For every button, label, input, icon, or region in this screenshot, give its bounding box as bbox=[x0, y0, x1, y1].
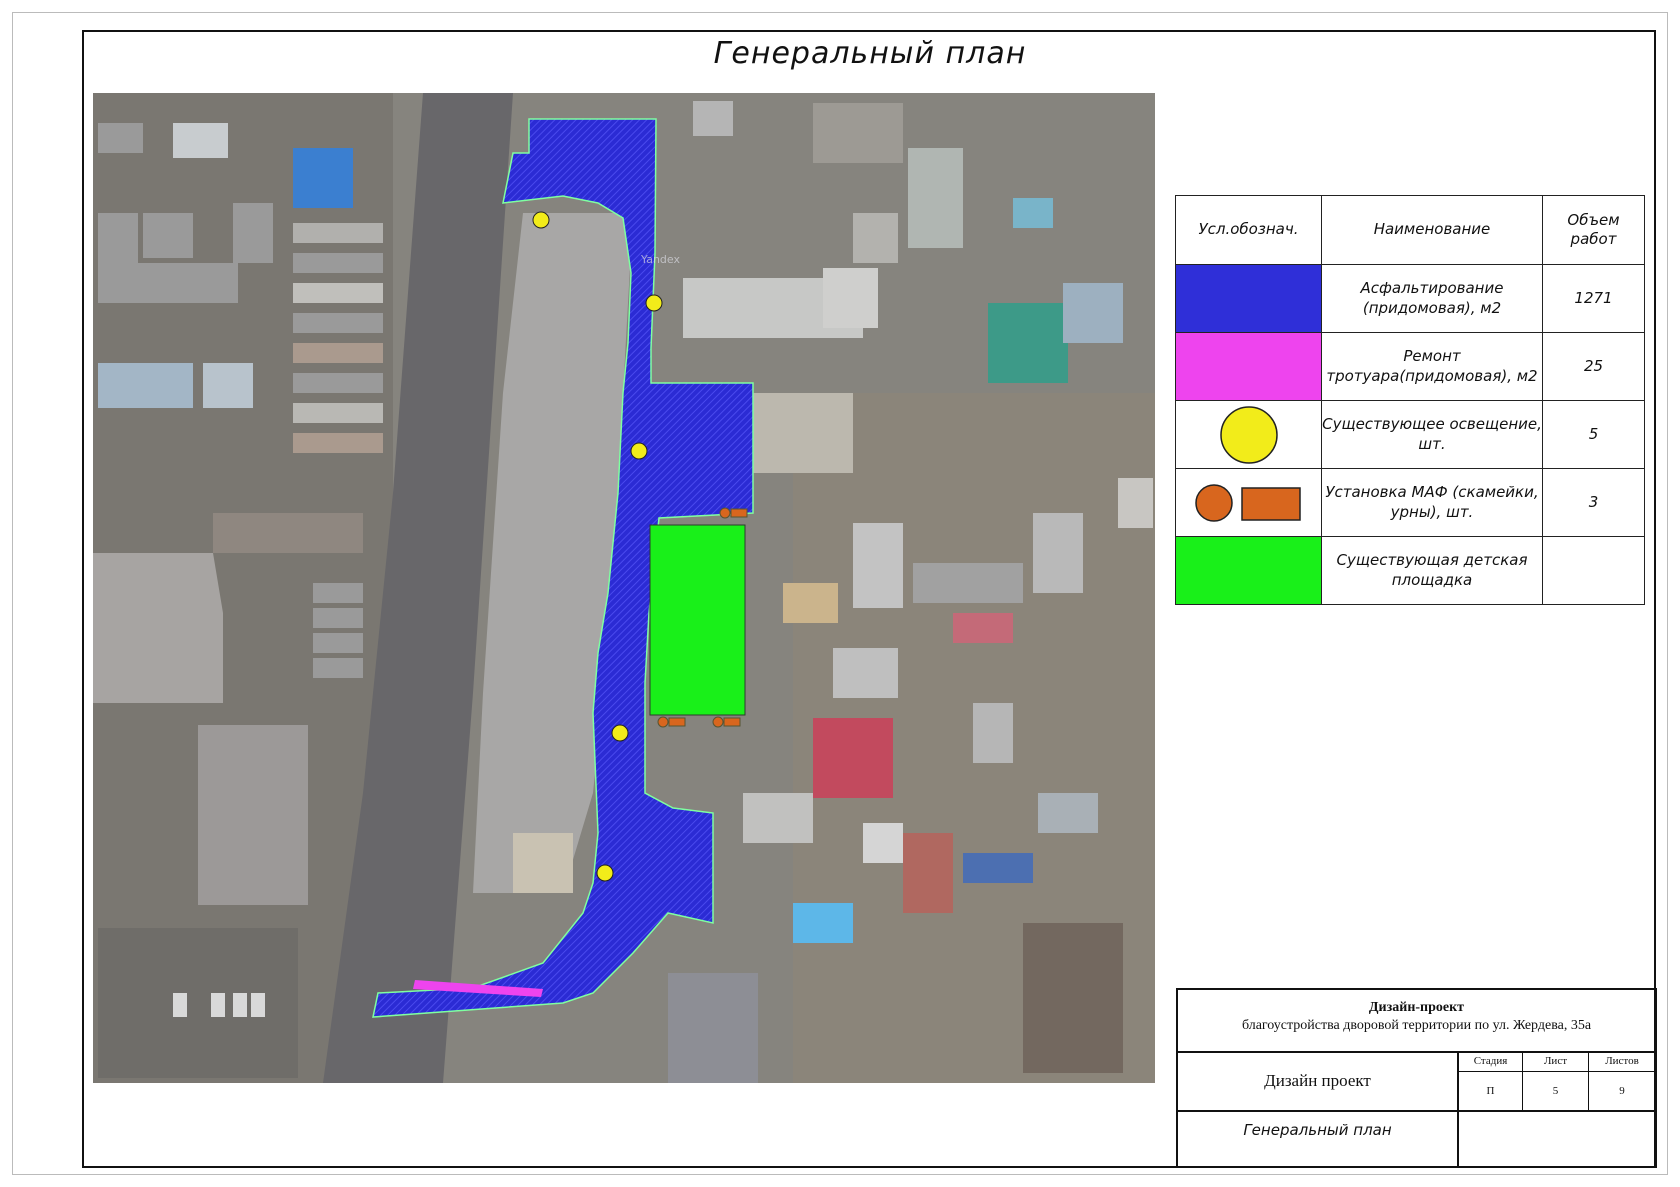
sheet-value: 5 bbox=[1552, 1085, 1559, 1097]
parked-cars bbox=[173, 993, 265, 1017]
legend-header-symbol: Усл.обознач. bbox=[1175, 195, 1322, 265]
sheets-total-label: Листов bbox=[1589, 1051, 1655, 1072]
title-block-footer: Генеральный план bbox=[1178, 1110, 1655, 1166]
magenta-swatch bbox=[1175, 332, 1322, 401]
legend-row-maf: Установка МАФ (скамейки, урны), шт. 3 bbox=[1175, 468, 1645, 537]
yellow-circle-icon bbox=[1175, 400, 1322, 469]
title-block: Дизайн-проект благоустройства дворовой т… bbox=[1176, 988, 1657, 1168]
project-description: благоустройства дворовой территории по у… bbox=[1241, 1018, 1592, 1033]
green-swatch bbox=[1175, 536, 1322, 605]
legend-header-amount: Объем работ bbox=[1542, 195, 1645, 265]
building-left-2 bbox=[198, 725, 308, 905]
sheet-label: Лист bbox=[1523, 1051, 1588, 1072]
legend-amount bbox=[1542, 536, 1645, 605]
title-block-header: Дизайн-проект благоустройства дворовой т… bbox=[1178, 990, 1655, 1053]
legend-name: Существующее освещение, шт. bbox=[1321, 400, 1543, 469]
legend-name: Ремонт тротуара(придомовая), м2 bbox=[1321, 332, 1543, 401]
legend-table: Усл.обознач. Наименование Объем работ Ас… bbox=[1175, 195, 1645, 605]
legend-name: Асфальтирование (придомовая), м2 bbox=[1321, 264, 1543, 333]
stage-value: П bbox=[1486, 1085, 1495, 1097]
title-block-row: Дизайн проект Стадия П Лист 5 Листов 9 bbox=[1178, 1051, 1655, 1112]
stage-label: Стадия bbox=[1459, 1051, 1522, 1072]
legend-row-playground: Существующая детская площадка bbox=[1175, 536, 1645, 605]
doc-type: Дизайн проект bbox=[1178, 1051, 1459, 1110]
maf-icon bbox=[1175, 468, 1322, 537]
legend-name: Существующая детская площадка bbox=[1321, 536, 1543, 605]
stage-cell: Стадия П bbox=[1459, 1051, 1523, 1110]
legend-header-row: Усл.обознач. Наименование Объем работ bbox=[1175, 195, 1645, 265]
building-left-1 bbox=[93, 553, 223, 703]
site-plan-map[interactable]: Yandex bbox=[93, 93, 1155, 1083]
sheet-name: Генеральный план bbox=[1178, 1110, 1459, 1166]
sheet-cell: Лист 5 bbox=[1523, 1051, 1589, 1110]
site-plan-svg: Yandex bbox=[93, 93, 1155, 1083]
legend-amount: 25 bbox=[1542, 332, 1645, 401]
drawing-title: Генеральный план bbox=[713, 36, 1027, 71]
legend-name: Установка МАФ (скамейки, урны), шт. bbox=[1321, 468, 1543, 537]
map-watermark: Yandex bbox=[640, 253, 680, 266]
legend-amount: 3 bbox=[1542, 468, 1645, 537]
legend-row-sidewalk: Ремонт тротуара(придомовая), м2 25 bbox=[1175, 332, 1645, 401]
sheets-total-cell: Листов 9 bbox=[1589, 1051, 1655, 1110]
legend-header-name: Наименование bbox=[1321, 195, 1543, 265]
legend-row-asphalt: Асфальтирование (придомовая), м2 1271 bbox=[1175, 264, 1645, 333]
legend-amount: 1271 bbox=[1542, 264, 1645, 333]
blue-hatch-swatch bbox=[1175, 264, 1322, 333]
playground bbox=[649, 524, 746, 716]
legend-amount: 5 bbox=[1542, 400, 1645, 469]
sheets-total-value: 9 bbox=[1619, 1085, 1625, 1097]
legend-row-lights: Существующее освещение, шт. 5 bbox=[1175, 400, 1645, 469]
project-title: Дизайн-проект bbox=[1368, 1000, 1465, 1015]
